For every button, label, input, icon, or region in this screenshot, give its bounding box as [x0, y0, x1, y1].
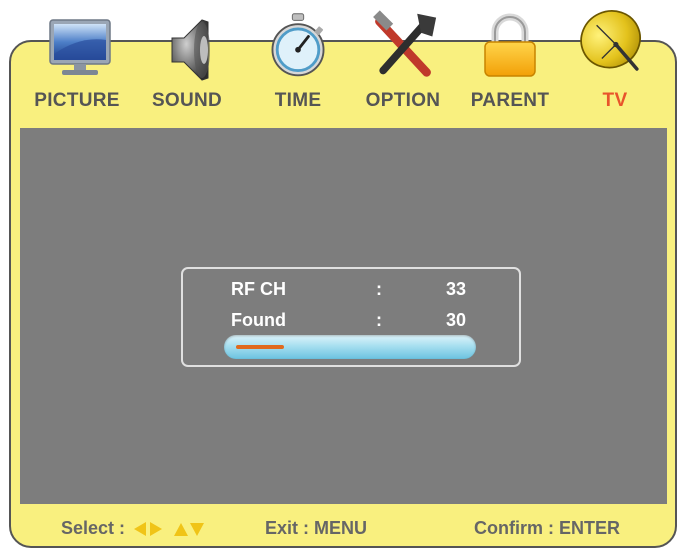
- tab-label-tv: TV: [602, 90, 628, 111]
- footer-confirm: Confirm : ENTER: [474, 518, 620, 538]
- tab-parent[interactable]: PARENT: [455, 0, 565, 120]
- tab-option[interactable]: OPTION: [348, 0, 458, 120]
- tab-picture[interactable]: PICTURE: [22, 0, 132, 120]
- tools-icon: [373, 10, 437, 77]
- footer-exit: Exit : MENU: [265, 518, 368, 538]
- satellite-dish-icon: [580, 10, 641, 71]
- footer-select: Select :: [61, 518, 208, 539]
- monitor-icon: [49, 19, 111, 75]
- tab-time[interactable]: TIME: [243, 0, 353, 120]
- select-hint: Select :: [61, 518, 126, 538]
- scan-progress-fill: [236, 345, 284, 349]
- found-separator: :: [376, 310, 382, 330]
- tab-sound[interactable]: SOUND: [132, 0, 242, 120]
- tab-label-picture: PICTURE: [34, 90, 120, 111]
- found-label: Found: [231, 310, 286, 330]
- tab-label-parent: PARENT: [470, 90, 550, 111]
- speaker-icon: [171, 19, 210, 81]
- scan-progress-bar: [224, 335, 476, 359]
- padlock-icon: [484, 13, 536, 77]
- tab-label-sound: SOUND: [151, 90, 223, 111]
- rf-channel-label: RF CH: [231, 279, 286, 299]
- tab-label-option: OPTION: [365, 90, 441, 111]
- tab-tv[interactable]: TV: [560, 0, 670, 120]
- arrow-keys-icon: [134, 522, 205, 537]
- stopwatch-icon: [271, 13, 325, 77]
- rf-channel-separator: :: [376, 279, 382, 299]
- found-value: 30: [446, 310, 467, 330]
- tab-label-time: TIME: [274, 90, 322, 111]
- rf-channel-value: 33: [446, 279, 467, 299]
